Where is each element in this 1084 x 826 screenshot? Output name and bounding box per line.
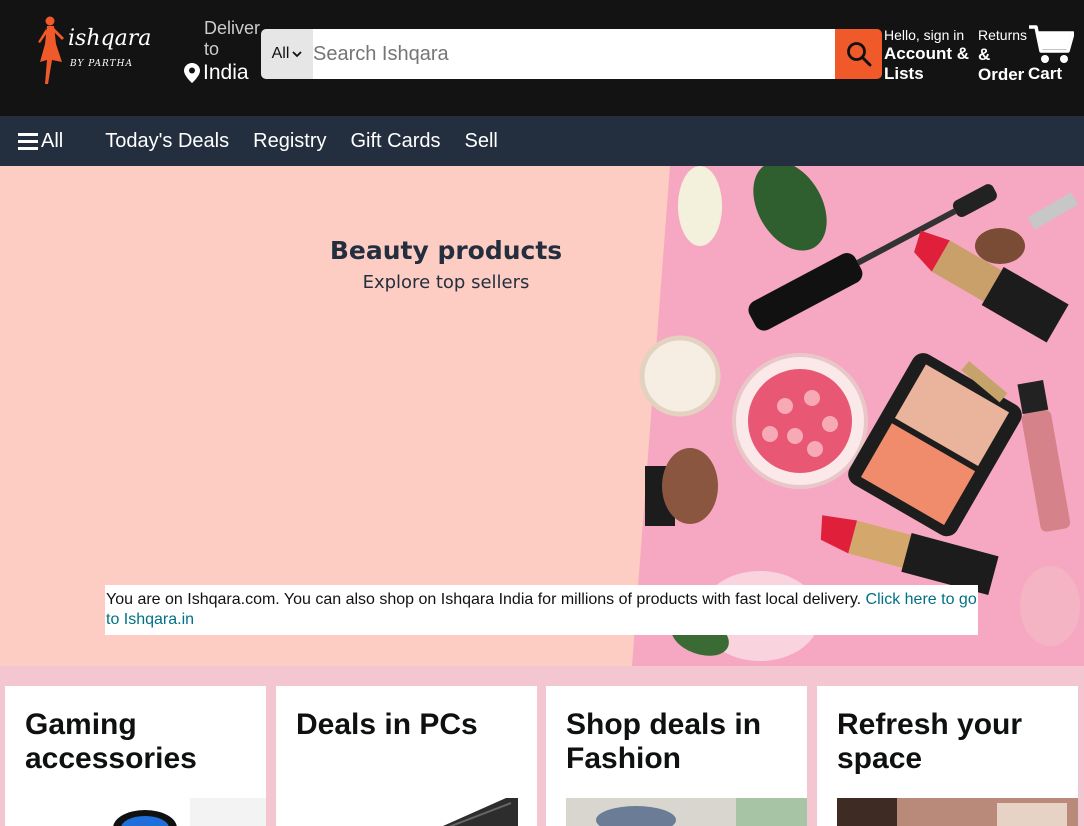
card-shop-deals-in-fashion[interactable]: Shop deals in Fashion <box>546 686 807 826</box>
search-bar: All <box>261 29 882 79</box>
deliver-to-label: to <box>204 39 220 59</box>
deliver-country: India <box>184 61 262 85</box>
shopping-cart-icon <box>1029 25 1074 63</box>
nav-registry[interactable]: Registry <box>253 130 326 153</box>
search-input[interactable] <box>313 29 835 79</box>
nav-todays-deals[interactable]: Today's Deals <box>105 130 229 153</box>
deliver-country-label: India <box>203 61 249 84</box>
search-category-select[interactable]: All <box>261 29 313 79</box>
hero-title: Beauty products <box>329 236 563 265</box>
account-greeting: Hello, sign in <box>884 27 965 43</box>
nav-all-menu[interactable]: All <box>18 130 63 153</box>
card-gaming-accessories[interactable]: Gaming accessories <box>5 686 266 826</box>
nav-all-label: All <box>41 129 64 152</box>
location-pin-icon <box>184 63 200 83</box>
region-notice: You are on Ishqara.com. You can also sho… <box>105 585 978 635</box>
deliver-to[interactable]: Deliver to India <box>184 18 262 85</box>
gaming-headset-image <box>113 798 266 826</box>
nav-sell[interactable]: Sell <box>465 130 498 153</box>
account-and-lists[interactable]: Hello, sign in Account & Lists <box>884 27 976 84</box>
logo-byline: BY PARTHA <box>70 59 133 69</box>
hamburger-menu-icon <box>18 132 38 150</box>
search-icon <box>846 42 871 67</box>
account-lists-label: Account & Lists <box>884 44 969 83</box>
site-logo[interactable]: ishqara BY PARTHA <box>30 12 160 90</box>
cart-button[interactable]: Cart <box>1026 24 1078 84</box>
hero-subtitle: Explore top sellers <box>362 272 530 293</box>
top-header: ishqara BY PARTHA Deliver to India All S… <box>0 0 1084 116</box>
pc-case-image <box>443 798 518 826</box>
card-title: Shop deals in Fashion <box>566 708 762 775</box>
category-nav: All Today's Deals Registry Gift Cards Se… <box>0 116 1084 166</box>
search-category-label: All <box>271 45 290 62</box>
search-button[interactable] <box>835 29 882 79</box>
region-notice-text: You are on Ishqara.com. You can also sho… <box>106 591 866 608</box>
nav-gift-cards[interactable]: Gift Cards <box>350 130 440 153</box>
home-interior-image <box>837 798 1078 826</box>
woman-silhouette-icon <box>38 16 64 84</box>
card-deals-in-pcs[interactable]: Deals in PCs <box>276 686 537 826</box>
fashion-shoes-image <box>566 798 807 826</box>
card-title: Gaming accessories <box>25 708 197 775</box>
card-refresh-your-space[interactable]: Refresh your space <box>817 686 1078 826</box>
deliver-label: Deliver <box>204 18 261 38</box>
card-title: Deals in PCs <box>296 708 478 741</box>
card-title: Refresh your space <box>837 708 1023 775</box>
cart-label: Cart <box>1028 64 1063 83</box>
chevron-down-icon <box>292 50 303 57</box>
logo-wordmark: ishqara <box>68 26 152 51</box>
